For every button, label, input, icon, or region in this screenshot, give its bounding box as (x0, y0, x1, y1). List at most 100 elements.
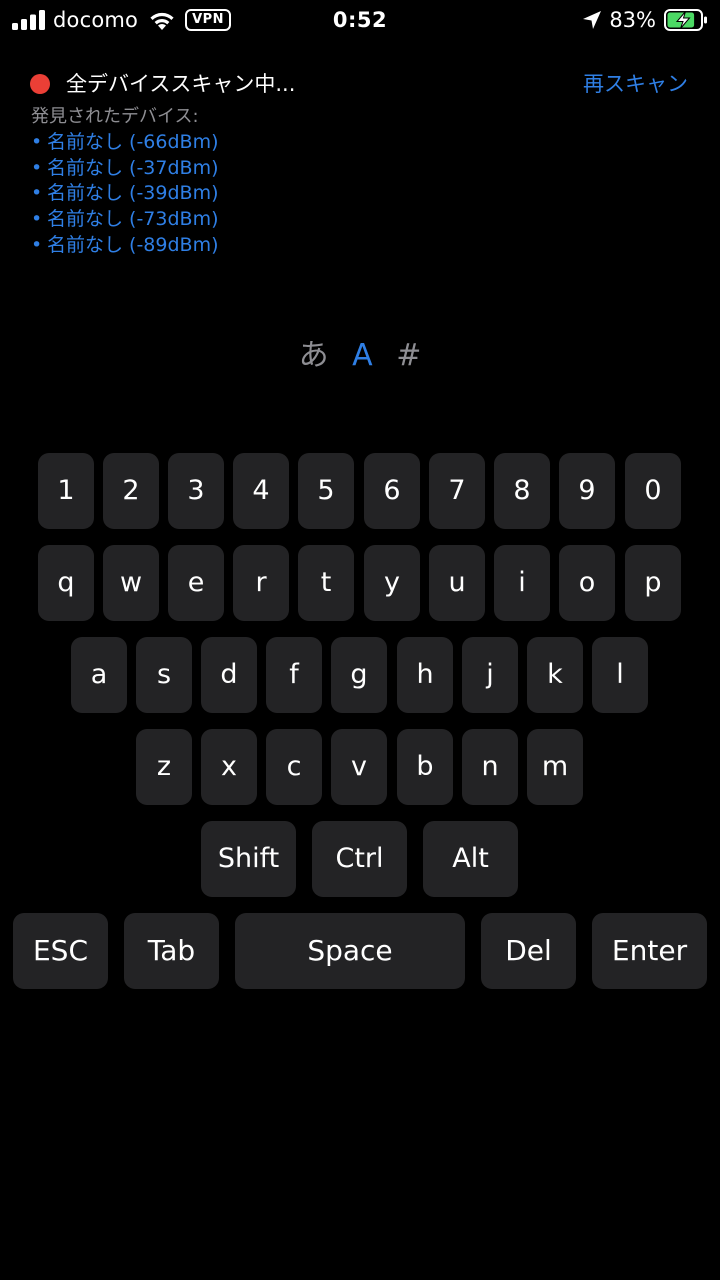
key-n[interactable]: n (462, 729, 518, 805)
key-label: x (221, 751, 237, 782)
key-i[interactable]: i (494, 545, 550, 621)
key-label: 2 (122, 475, 140, 506)
device-list-item[interactable]: • 名前なし (-37dBm) (31, 156, 219, 182)
bullet: • (31, 131, 43, 153)
key-k[interactable]: k (527, 637, 583, 713)
key-label: v (351, 751, 367, 782)
key-enter[interactable]: Enter (592, 913, 707, 989)
scan-header: 全デバイススキャン中... 再スキャン (30, 68, 690, 100)
key-label: c (286, 751, 302, 782)
key-g[interactable]: g (331, 637, 387, 713)
key-p[interactable]: p (625, 545, 681, 621)
key-label: 4 (252, 475, 270, 506)
bullet: • (31, 182, 43, 205)
key-label: 5 (317, 475, 335, 506)
key-m[interactable]: m (527, 729, 583, 805)
key-label: Del (505, 934, 552, 967)
key-label: Ctrl (335, 843, 384, 874)
key-space[interactable]: Space (235, 913, 465, 989)
key-label: ESC (32, 934, 88, 967)
key-a[interactable]: a (71, 637, 127, 713)
key-label: 9 (578, 475, 596, 506)
device-name: 名前なし (-37dBm) (47, 156, 219, 179)
status-bar-right: 83% (582, 6, 708, 34)
key-label: u (448, 567, 466, 598)
device-name: 名前なし (-73dBm) (47, 208, 219, 231)
key-s[interactable]: s (136, 637, 192, 713)
key-3[interactable]: 3 (168, 453, 224, 529)
device-list-item[interactable]: • 名前なし (-39dBm) (31, 181, 219, 207)
bullet: • (31, 156, 43, 179)
key-label: i (518, 567, 526, 598)
key-label: w (119, 567, 143, 598)
key-c[interactable]: c (266, 729, 322, 805)
key-q[interactable]: q (38, 545, 94, 621)
key-9[interactable]: 9 (559, 453, 615, 529)
key-f[interactable]: f (266, 637, 322, 713)
key-label: n (481, 751, 499, 782)
key-label: f (289, 659, 299, 690)
key-x[interactable]: x (201, 729, 257, 805)
key-1[interactable]: 1 (38, 453, 94, 529)
device-list-item[interactable]: • 名前なし (-73dBm) (31, 207, 219, 233)
key-label: 6 (383, 475, 401, 506)
key-ctrl[interactable]: Ctrl (312, 821, 407, 897)
bullet: • (31, 233, 43, 256)
key-z[interactable]: z (136, 729, 192, 805)
key-d[interactable]: d (201, 637, 257, 713)
key-4[interactable]: 4 (233, 453, 289, 529)
key-h[interactable]: h (397, 637, 453, 713)
key-5[interactable]: 5 (298, 453, 354, 529)
key-0[interactable]: 0 (625, 453, 681, 529)
location-icon (583, 11, 602, 29)
key-w[interactable]: w (103, 545, 159, 621)
key-label: b (416, 751, 434, 782)
mode-alphabet[interactable]: A (352, 336, 373, 376)
key-7[interactable]: 7 (429, 453, 485, 529)
device-list-item[interactable]: • 名前なし (-89dBm) (31, 233, 219, 259)
key-label: 7 (448, 475, 466, 506)
status-bar: docomo VPN 0:52 83% (0, 0, 720, 40)
key-r[interactable]: r (233, 545, 289, 621)
key-shift[interactable]: Shift (201, 821, 296, 897)
device-list-item[interactable]: • 名前なし (-66dBm) (31, 130, 219, 156)
device-name: 名前なし (-89dBm) (47, 233, 219, 256)
key-e[interactable]: e (168, 545, 224, 621)
key-label: h (416, 659, 434, 690)
key-alt[interactable]: Alt (423, 821, 518, 897)
key-2[interactable]: 2 (103, 453, 159, 529)
key-t[interactable]: t (298, 545, 354, 621)
key-label: j (486, 659, 494, 690)
key-j[interactable]: j (462, 637, 518, 713)
key-esc[interactable]: ESC (13, 913, 108, 989)
key-label: k (547, 659, 563, 690)
key-8[interactable]: 8 (494, 453, 550, 529)
key-tab[interactable]: Tab (124, 913, 219, 989)
key-b[interactable]: b (397, 729, 453, 805)
key-label: d (220, 659, 238, 690)
mode-symbols[interactable]: # (396, 336, 421, 376)
key-o[interactable]: o (559, 545, 615, 621)
scan-status-text: 全デバイススキャン中... (66, 72, 296, 96)
input-mode-switcher: あ A # (0, 336, 720, 376)
key-v[interactable]: v (331, 729, 387, 805)
found-devices-label: 発見されたデバイス: (31, 106, 199, 127)
device-name: 名前なし (-66dBm) (47, 131, 219, 153)
key-label: e (187, 567, 205, 598)
key-y[interactable]: y (364, 545, 420, 621)
key-l[interactable]: l (592, 637, 648, 713)
rescan-button[interactable]: 再スキャン (583, 68, 688, 100)
key-label: 3 (187, 475, 205, 506)
scanning-indicator-dot (30, 74, 50, 94)
mode-hiragana[interactable]: あ (299, 336, 329, 376)
key-label: y (384, 567, 400, 598)
key-label: Tab (147, 934, 196, 967)
key-6[interactable]: 6 (364, 453, 420, 529)
key-label: q (57, 567, 75, 598)
key-label: p (644, 567, 662, 598)
key-label: o (578, 567, 596, 598)
key-delete[interactable]: Del (481, 913, 576, 989)
key-label: s (156, 659, 172, 690)
key-u[interactable]: u (429, 545, 485, 621)
key-label: Shift (217, 843, 280, 874)
